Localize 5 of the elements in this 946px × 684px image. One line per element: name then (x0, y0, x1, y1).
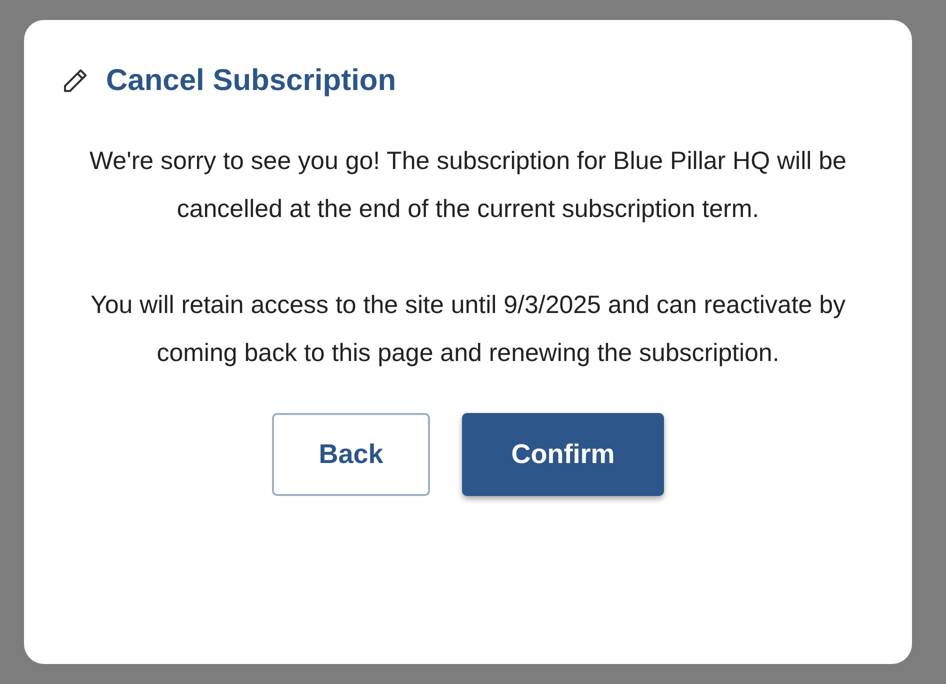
message-paragraph: You will retain access to the site until 9/3/2025 and can reactivate by coming back to this page and renewing the subscription. (89, 290, 847, 369)
message-paragraph: We're sorry to see you go! The subscription for Blue Pillar HQ will be cancelled at the end of the current subscription term. (88, 146, 848, 225)
back-button[interactable]: Back (272, 413, 430, 496)
confirm-button[interactable]: Confirm (462, 413, 664, 496)
dialog-title: Cancel Subscription (106, 63, 396, 99)
